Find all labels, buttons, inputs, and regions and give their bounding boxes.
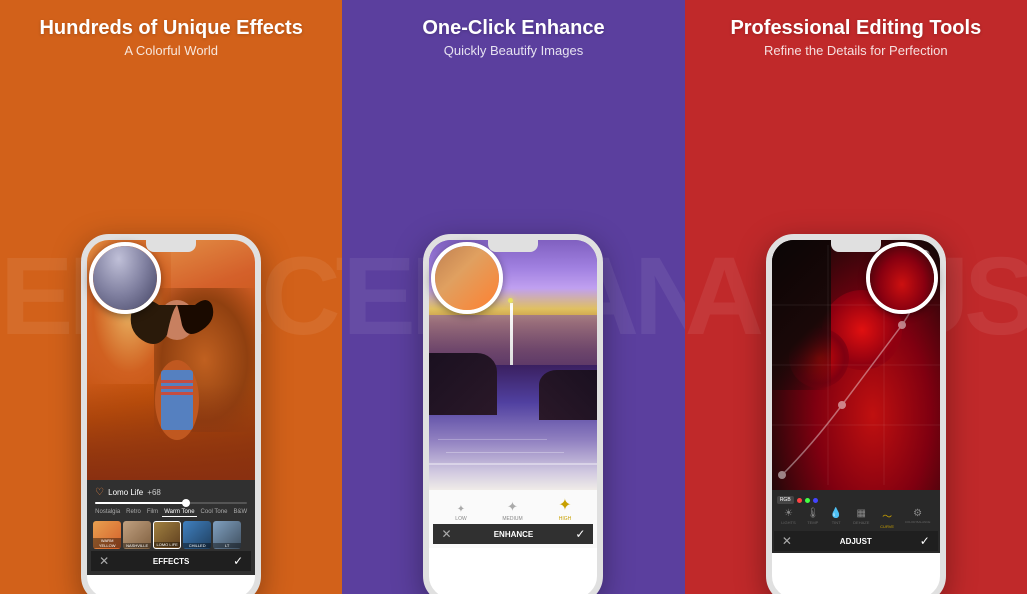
- filter-name: Lomo Life: [108, 488, 143, 497]
- tint-icon: 💧: [830, 508, 842, 519]
- effects-subtitle: A Colorful World: [39, 43, 302, 58]
- effects-circle-preview: [89, 242, 161, 314]
- heart-icon: ♡: [95, 487, 104, 498]
- tint-label: TINT: [832, 520, 841, 525]
- enhance-controls: ✦ LOW ✦ MEDIUM ✦ HIGH ✕: [429, 490, 597, 548]
- enhance-title: One-Click Enhance: [422, 16, 604, 40]
- filter-thumb-warm[interactable]: WARM YELLOW: [93, 521, 121, 549]
- tool-temp[interactable]: 🌡 TEMP: [806, 508, 819, 529]
- effects-panel: EFFECTS Hundreds of Unique Effects A Col…: [0, 0, 342, 594]
- effects-bottom-bar: ✕ EFFECTS ✓: [91, 551, 251, 571]
- low-label: LOW: [455, 516, 466, 522]
- dehaze-icon: ▦: [857, 508, 866, 519]
- adjust-tools: ☀ LIGHTS 🌡 TEMP 💧 TINT ▦: [774, 506, 938, 531]
- adjust-close-icon[interactable]: ✕: [782, 534, 792, 548]
- adjust-title: Professional Editing Tools: [730, 16, 981, 40]
- enhance-levels: ✦ LOW ✦ MEDIUM ✦ HIGH: [433, 496, 593, 524]
- filter-thumb-lt[interactable]: LT: [213, 521, 241, 549]
- effects-bottom-label: EFFECTS: [153, 557, 189, 566]
- adjust-panel: ADJUST Professional Editing Tools Refine…: [685, 0, 1027, 594]
- high-icon: ✦: [558, 495, 571, 515]
- thumb-label-lomo: LOMO LIFE: [154, 542, 180, 547]
- filter-thumb-chilled[interactable]: CHILLED: [183, 521, 211, 549]
- tab-retro[interactable]: Retro: [124, 508, 143, 517]
- tool-lights[interactable]: ☀ LIGHTS: [781, 508, 795, 529]
- temp-label: TEMP: [807, 520, 818, 525]
- colorbalance-icon: ⚙: [913, 508, 922, 519]
- close-icon[interactable]: ✕: [99, 554, 109, 568]
- enhance-bottom-bar: ✕ ENHANCE ✓: [433, 524, 593, 544]
- filter-thumbnails: WARM YELLOW NASHVILLE LOMO LIFE CHILLED: [91, 519, 251, 551]
- rgb-dot-r: [797, 498, 802, 503]
- tab-nostalgia[interactable]: Nostalgia: [93, 508, 122, 517]
- lights-icon: ☀: [784, 508, 793, 519]
- enhance-panel: ENHANCE One-Click Enhance Quickly Beauti…: [342, 0, 684, 594]
- filter-thumb-lomo[interactable]: LOMO LIFE: [153, 521, 181, 549]
- filter-thumb-nashville[interactable]: NASHVILLE: [123, 521, 151, 549]
- thumb-label-lt: LT: [213, 543, 241, 548]
- enhance-close-icon[interactable]: ✕: [441, 527, 451, 541]
- adjust-check-icon[interactable]: ✓: [920, 534, 930, 548]
- adjust-header: Professional Editing Tools Refine the De…: [720, 0, 991, 68]
- enhance-phone: ✦ LOW ✦ MEDIUM ✦ HIGH ✕: [423, 234, 603, 594]
- enhance-circle-preview: [431, 242, 503, 314]
- tab-bw[interactable]: B&W: [231, 508, 249, 517]
- high-label: HIGH: [559, 516, 572, 522]
- rgb-dot-g: [805, 498, 810, 503]
- adjust-bottom-bar: ✕ ADJUST ✓: [774, 531, 938, 551]
- colorbalance-label: COLOR BALANCE: [905, 520, 931, 524]
- check-icon[interactable]: ✓: [233, 554, 243, 568]
- low-icon: ✦: [457, 504, 465, 515]
- effects-header: Hundreds of Unique Effects A Colorful Wo…: [29, 0, 312, 68]
- curve-icon: 〜: [882, 508, 892, 523]
- rgb-tab-rgb[interactable]: RGB: [777, 496, 794, 504]
- filter-name-row: ♡ Lomo Life +68: [91, 485, 251, 500]
- curve-label: CURVE: [880, 524, 894, 529]
- level-high[interactable]: ✦ HIGH: [558, 495, 571, 522]
- adjust-bottom-label: ADJUST: [840, 537, 872, 546]
- level-medium[interactable]: ✦ MEDIUM: [502, 499, 522, 522]
- temp-icon: 🌡: [806, 508, 819, 519]
- tab-cooltone[interactable]: Cool Tone: [199, 508, 230, 517]
- enhance-subtitle: Quickly Beautify Images: [422, 43, 604, 58]
- rgb-dot-b: [813, 498, 818, 503]
- lights-label: LIGHTS: [781, 520, 795, 525]
- tool-colorbalance[interactable]: ⚙ COLOR BALANCE: [905, 508, 931, 529]
- tool-dehaze[interactable]: ▦ DEHAZE: [853, 508, 869, 529]
- adjust-subtitle: Refine the Details for Perfection: [730, 43, 981, 58]
- rgb-tabs: RGB: [774, 494, 938, 506]
- tool-tint[interactable]: 💧 TINT: [830, 508, 842, 529]
- adjust-phone: 👁 RGB ☀ LIGHTS: [766, 234, 946, 594]
- effects-controls: ♡ Lomo Life +68 Nostalgia Retro Film War…: [87, 480, 255, 575]
- adjust-controls: RGB ☀ LIGHTS 🌡 TEMP: [772, 490, 940, 553]
- dehaze-label: DEHAZE: [853, 520, 869, 525]
- enhance-check-icon[interactable]: ✓: [575, 527, 585, 541]
- thumb-label-chilled: CHILLED: [183, 543, 211, 548]
- adjust-notch: [831, 240, 881, 252]
- filter-tabs: Nostalgia Retro Film Warm Tone Cool Tone…: [91, 506, 251, 519]
- phone-notch: [146, 240, 196, 252]
- effects-phone: ♡ Lomo Life +68 Nostalgia Retro Film War…: [81, 234, 261, 594]
- medium-icon: ✦: [507, 499, 518, 515]
- enhance-notch: [488, 240, 538, 252]
- medium-label: MEDIUM: [502, 516, 522, 522]
- filter-value: +68: [147, 488, 161, 497]
- enhance-header: One-Click Enhance Quickly Beautify Image…: [412, 0, 614, 68]
- adjust-circle-preview: [866, 242, 938, 314]
- filter-slider[interactable]: [95, 502, 247, 504]
- thumb-label-nashville: NASHVILLE: [123, 543, 151, 548]
- thumb-label-warm: WARM YELLOW: [93, 538, 121, 548]
- tab-warmtone[interactable]: Warm Tone: [162, 508, 196, 517]
- level-low[interactable]: ✦ LOW: [455, 504, 466, 522]
- effects-title: Hundreds of Unique Effects: [39, 16, 302, 40]
- enhance-bottom-label: ENHANCE: [494, 530, 534, 539]
- tab-film[interactable]: Film: [145, 508, 160, 517]
- tool-curve[interactable]: 〜 CURVE: [880, 508, 894, 529]
